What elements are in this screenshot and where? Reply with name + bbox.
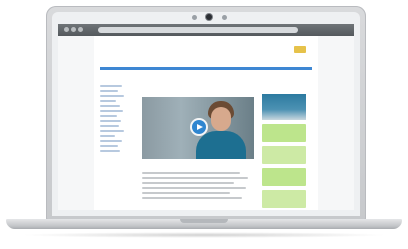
- sidebar-link[interactable]: [100, 90, 118, 92]
- camera-sensor-icon: [192, 15, 197, 20]
- left-sidebar: [100, 82, 128, 155]
- browser-chrome: [58, 24, 354, 36]
- window-zoom-icon[interactable]: [78, 27, 83, 32]
- promo-card[interactable]: [262, 146, 306, 164]
- sidebar-link[interactable]: [100, 100, 116, 102]
- paragraph-line: [142, 192, 230, 194]
- logo-badge[interactable]: [294, 46, 306, 53]
- paragraph-line: [142, 187, 246, 189]
- sidebar-link[interactable]: [100, 130, 124, 132]
- sidebar-link[interactable]: [100, 105, 120, 107]
- video-person-face: [211, 107, 231, 131]
- paragraph-line: [142, 197, 242, 199]
- nav-divider: [100, 67, 312, 70]
- sidebar-link[interactable]: [100, 115, 117, 117]
- promo-card[interactable]: [262, 190, 306, 208]
- camera-icon: [206, 14, 212, 20]
- video-person-body: [196, 131, 246, 159]
- site-nav: [100, 58, 312, 67]
- web-page: [58, 36, 354, 210]
- sidebar-link[interactable]: [100, 95, 124, 97]
- promo-card[interactable]: [262, 168, 306, 186]
- promo-card[interactable]: [262, 124, 306, 142]
- promo-image[interactable]: [262, 94, 306, 120]
- address-bar[interactable]: [98, 27, 298, 33]
- video-player[interactable]: [142, 97, 254, 159]
- laptop-shadow: [20, 232, 388, 238]
- sidebar-link[interactable]: [100, 150, 120, 152]
- site-container: [94, 36, 318, 210]
- sidebar-link[interactable]: [100, 135, 115, 137]
- right-column: [262, 94, 306, 210]
- sidebar-link[interactable]: [100, 145, 118, 147]
- paragraph-line: [142, 172, 240, 174]
- paragraph-line: [142, 177, 248, 179]
- camera-strip: [52, 12, 360, 24]
- laptop-screen: [58, 24, 354, 210]
- sidebar-link[interactable]: [100, 120, 121, 122]
- sidebar-link[interactable]: [100, 140, 122, 142]
- sidebar-link[interactable]: [100, 110, 123, 112]
- camera-sensor-icon: [222, 15, 227, 20]
- play-icon[interactable]: [197, 124, 203, 130]
- sidebar-link[interactable]: [100, 125, 119, 127]
- window-minimize-icon[interactable]: [71, 27, 76, 32]
- paragraph-line: [142, 182, 234, 184]
- sidebar-link[interactable]: [100, 85, 122, 87]
- window-close-icon[interactable]: [64, 27, 69, 32]
- trackpad-notch: [180, 219, 228, 223]
